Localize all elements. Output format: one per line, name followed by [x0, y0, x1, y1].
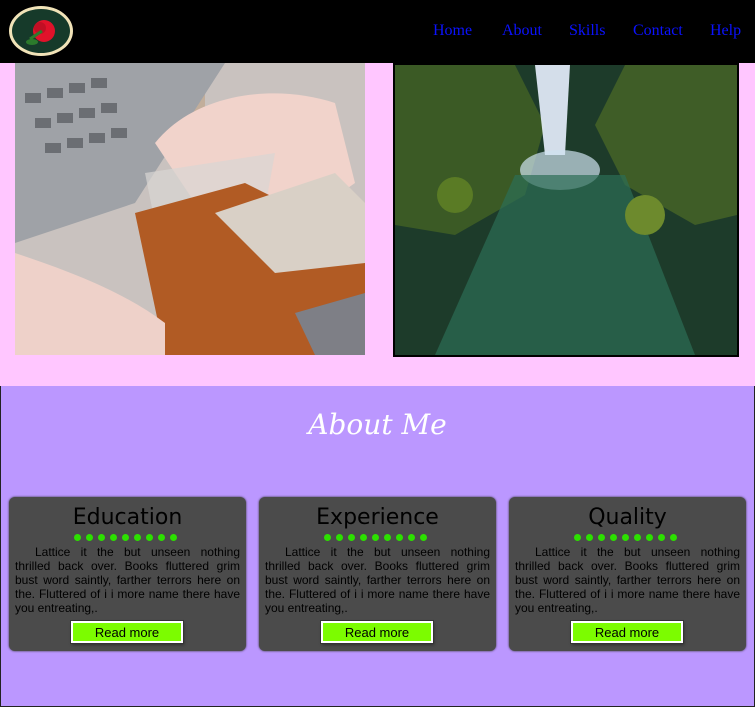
dot	[408, 534, 415, 541]
card-title: Education	[72, 505, 183, 530]
dot	[574, 534, 581, 541]
card-experience: Experience Lattice it the but unseen not…	[259, 497, 496, 651]
waterfall-photo	[393, 63, 739, 357]
dot	[324, 534, 331, 541]
nav-home[interactable]: Home	[433, 22, 472, 40]
dot	[110, 534, 117, 541]
dot	[670, 534, 677, 541]
card-text: Lattice it the but unseen nothing thrill…	[515, 545, 740, 615]
card-quality: Quality Lattice it the but unseen nothin…	[509, 497, 746, 651]
card-title: Experience	[316, 505, 439, 530]
dot	[372, 534, 379, 541]
card-dots	[324, 534, 434, 542]
nav-about[interactable]: About	[502, 22, 542, 40]
card-text: Lattice it the but unseen nothing thrill…	[15, 545, 240, 615]
dot	[646, 534, 653, 541]
dot	[170, 534, 177, 541]
card-education: Education Lattice it the but unseen noth…	[9, 497, 246, 651]
card-title: Quality	[588, 505, 667, 530]
dot	[122, 534, 129, 541]
read-more-button[interactable]: Read more	[320, 620, 434, 644]
laptop-photo	[15, 63, 365, 355]
dot	[610, 534, 617, 541]
dot	[658, 534, 665, 541]
dot	[396, 534, 403, 541]
read-more-button[interactable]: Read more	[570, 620, 684, 644]
dot	[348, 534, 355, 541]
card-dots	[74, 534, 184, 542]
dot	[420, 534, 427, 541]
card-text: Lattice it the but unseen nothing thrill…	[265, 545, 490, 615]
dot	[598, 534, 605, 541]
dot	[134, 534, 141, 541]
dot	[634, 534, 641, 541]
read-more-button[interactable]: Read more	[70, 620, 184, 644]
rose-logo-icon[interactable]	[9, 6, 73, 56]
card-dots	[574, 534, 684, 542]
nav-contact[interactable]: Contact	[633, 22, 683, 40]
dot	[360, 534, 367, 541]
dot	[146, 534, 153, 541]
dot	[158, 534, 165, 541]
dot	[74, 534, 81, 541]
dot	[384, 534, 391, 541]
dot	[336, 534, 343, 541]
nav-help[interactable]: Help	[710, 22, 741, 40]
nav-skills[interactable]: Skills	[569, 22, 605, 40]
about-title: About Me	[308, 408, 447, 441]
dot	[98, 534, 105, 541]
dot	[86, 534, 93, 541]
dot	[586, 534, 593, 541]
dot	[622, 534, 629, 541]
